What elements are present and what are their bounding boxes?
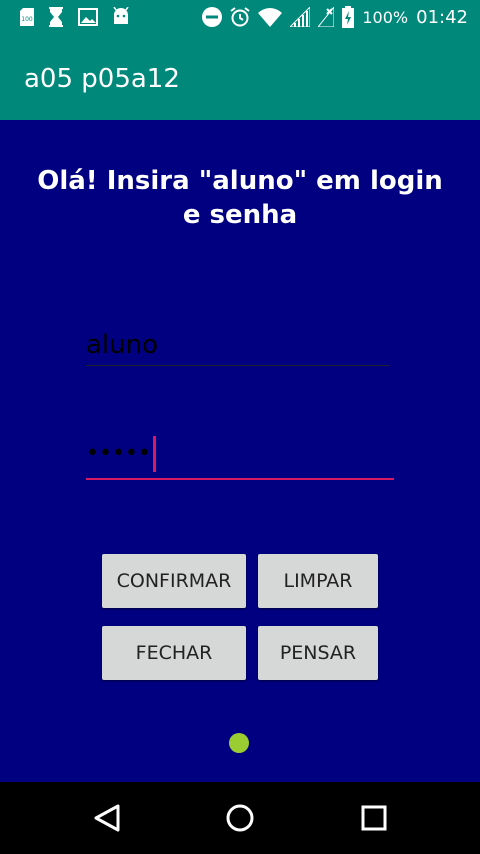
- login-value: aluno: [86, 330, 159, 360]
- status-bar: 100 100% 01:42: [0, 0, 480, 36]
- image-icon: [78, 8, 98, 26]
- sd-card-icon: 100: [20, 8, 34, 26]
- fechar-button[interactable]: FECHAR: [102, 626, 246, 680]
- home-icon[interactable]: [224, 802, 256, 834]
- login-input[interactable]: aluno: [86, 324, 390, 366]
- limpar-button[interactable]: LIMPAR: [258, 554, 378, 608]
- status-dot: [229, 733, 249, 753]
- app-bar: a05 p05a12: [0, 36, 480, 120]
- android-icon: [113, 7, 129, 24]
- do-not-disturb-icon: [202, 7, 223, 27]
- main-content: Olá! Insira "aluno" em login e senha alu…: [0, 120, 480, 782]
- signal-icon: [290, 7, 311, 27]
- alarm-icon: [230, 7, 250, 27]
- password-input[interactable]: •••••: [86, 432, 394, 480]
- svg-text:100: 100: [21, 16, 33, 23]
- back-icon[interactable]: [92, 802, 124, 834]
- no-signal-icon: [318, 7, 335, 27]
- pensar-button[interactable]: PENSAR: [258, 626, 378, 680]
- battery-percent: 100%: [362, 7, 409, 27]
- navigation-bar: [0, 782, 480, 854]
- battery-charging-icon: [342, 6, 355, 28]
- password-value: •••••: [86, 441, 151, 466]
- page-heading: Olá! Insira "aluno" em login e senha: [37, 166, 443, 230]
- wifi-icon: [258, 8, 283, 27]
- app-title: a05 p05a12: [24, 64, 180, 94]
- recent-apps-icon[interactable]: [358, 802, 390, 834]
- hourglass-icon: [49, 7, 63, 27]
- clock: 01:42: [416, 6, 468, 28]
- confirmar-button[interactable]: CONFIRMAR: [102, 554, 246, 608]
- text-cursor: [152, 436, 156, 472]
